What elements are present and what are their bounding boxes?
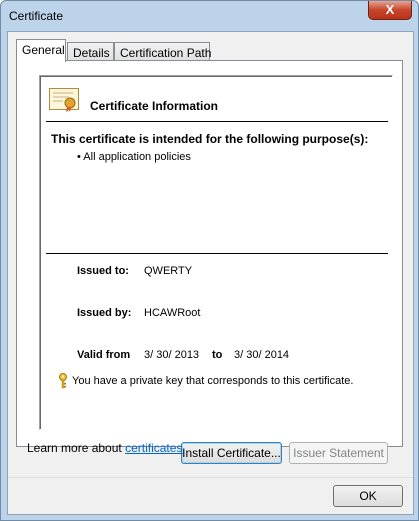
window-title: Certificate xyxy=(9,9,64,23)
valid-to-value: 3/ 30/ 2014 xyxy=(234,349,290,361)
learn-more-text: Learn more about certificates xyxy=(27,441,182,455)
certificates-link[interactable]: certificates xyxy=(125,441,182,455)
learn-more-prefix: Learn more about xyxy=(27,441,126,455)
issued-by-label: Issued by: xyxy=(77,307,132,319)
certificate-dialog: Certificate X General Details Certificat… xyxy=(0,0,419,521)
certificate-info-title: Certificate Information xyxy=(90,99,219,113)
valid-from-value: 3/ 30/ 2013 xyxy=(144,349,200,361)
close-icon: X xyxy=(385,2,395,17)
issued-to-label: Issued to: xyxy=(77,265,129,277)
certificate-icon xyxy=(49,88,79,112)
tab-general[interactable]: General xyxy=(16,39,66,62)
private-key-text: You have a private key that corresponds … xyxy=(72,374,354,387)
title-bar[interactable]: Certificate X xyxy=(1,1,418,31)
purpose-divider xyxy=(46,253,388,254)
purpose-item: • All application policies xyxy=(77,151,191,163)
dialog-client-area: General Details Certification Path Certi… xyxy=(7,31,414,515)
tab-certification-path[interactable]: Certification Path xyxy=(114,42,211,61)
purpose-heading: This certificate is intended for the fol… xyxy=(51,132,369,146)
valid-from-label: Valid from xyxy=(77,349,131,361)
private-key-row: You have a private key that corresponds … xyxy=(58,373,353,389)
issuer-statement-button[interactable]: Issuer Statement xyxy=(289,442,388,464)
issued-by-value: HCAWRoot xyxy=(144,307,201,319)
issued-to-value: QWERTY xyxy=(144,265,193,277)
general-tab-panel: Certificate Information This certificate… xyxy=(16,60,403,464)
close-button[interactable]: X xyxy=(368,1,412,20)
key-icon xyxy=(59,373,67,389)
ok-button[interactable]: OK xyxy=(333,485,403,507)
footer-separator xyxy=(8,477,413,478)
header-divider xyxy=(46,121,388,122)
install-certificate-button[interactable]: Install Certificate... xyxy=(181,442,282,464)
valid-to-label: to xyxy=(212,349,223,361)
tab-details[interactable]: Details xyxy=(67,42,114,61)
certificate-info-box: Certificate Information This certificate… xyxy=(39,75,393,430)
